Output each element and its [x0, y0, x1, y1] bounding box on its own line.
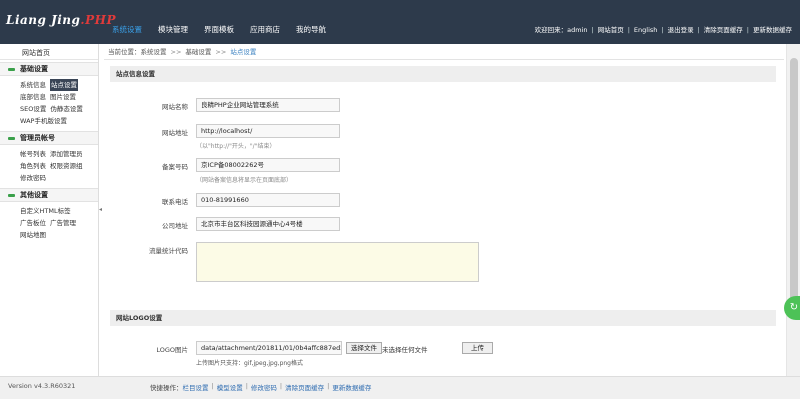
- scrollbar-thumb[interactable]: [790, 58, 798, 312]
- logout-link[interactable]: 退出登录: [668, 0, 694, 44]
- sidebar-item-image-settings[interactable]: 图片设置: [50, 91, 76, 103]
- sidebar-item-custom-html[interactable]: 自定义HTML标签: [20, 205, 71, 217]
- sidebar-item-permission-groups[interactable]: 权限资源组: [50, 160, 83, 172]
- sidebar-item-change-password[interactable]: 修改密码: [20, 172, 46, 184]
- sidebar-home-link[interactable]: 网站首页: [0, 46, 98, 60]
- nav-interface-templates[interactable]: 界面模板: [196, 0, 242, 44]
- quick-link-separator: |: [245, 382, 248, 390]
- quick-operations: 快捷操作： 栏目设置 | 模型设置 | 修改密码 | 清除页面缓存 | 更新数据…: [150, 382, 371, 392]
- sidebar-group-title[interactable]: 其他设置: [0, 188, 98, 202]
- nav-my-navigation[interactable]: 我的导航: [288, 0, 334, 44]
- stats-code-label: 流量统计代码: [149, 247, 188, 255]
- nav-app-store[interactable]: 应用商店: [242, 0, 288, 44]
- breadcrumb-divider: [104, 59, 784, 60]
- link-separator: |: [591, 26, 594, 34]
- quick-link-change-password[interactable]: 修改密码: [251, 382, 277, 392]
- breadcrumb-current: 站点设置: [230, 48, 257, 56]
- site-home-link[interactable]: 网站首页: [598, 0, 624, 44]
- collapse-minus-icon: [8, 67, 15, 71]
- sidebar-item-system-info[interactable]: 系统信息: [20, 79, 46, 91]
- sidebar-item-ad-slots[interactable]: 广告板位: [20, 217, 46, 229]
- site-name-label: 网站名称: [162, 103, 188, 111]
- group-title-text: 基础设置: [20, 65, 48, 73]
- link-separator: |: [746, 26, 749, 34]
- site-url-label: 网站地址: [162, 129, 188, 137]
- group-title-text: 其他设置: [20, 191, 48, 199]
- sidebar-item-ad-management[interactable]: 广告管理: [50, 217, 76, 229]
- clear-page-cache-link[interactable]: 清除页面缓存: [704, 0, 743, 44]
- english-link[interactable]: English: [634, 0, 657, 44]
- top-links: 欢迎回来：admin | 网站首页 | English | 退出登录 | 清除页…: [535, 0, 792, 44]
- top-header-bar: Liang Jing.PHP 系统设置 模块管理 界面模板 应用商店 我的导航 …: [0, 0, 800, 44]
- icp-input[interactable]: 京ICP备08002262号: [196, 158, 340, 172]
- group-title-text: 管理员帐号: [20, 134, 55, 142]
- section-title-site-info: 站点信息设置: [110, 66, 776, 82]
- sidebar-item-wap-settings[interactable]: WAP手机版设置: [20, 115, 67, 127]
- breadcrumb-prefix: 当前位置：: [108, 48, 141, 56]
- update-data-cache-link[interactable]: 更新数据缓存: [753, 0, 792, 44]
- sidebar-group-title[interactable]: 管理员帐号: [0, 131, 98, 145]
- sidebar-item-site-settings[interactable]: 站点设置: [50, 79, 78, 91]
- breadcrumb-arrow: >>: [170, 48, 182, 56]
- collapse-minus-icon: [8, 136, 15, 140]
- quick-link-clear-page-cache[interactable]: 清除页面缓存: [285, 382, 324, 392]
- quick-link-separator: |: [211, 382, 214, 390]
- breadcrumb: 当前位置：系统设置 >> 基础设置 >> 站点设置: [108, 46, 256, 56]
- quick-link-separator: |: [279, 382, 283, 390]
- icp-hint: （网站备案信息将显示在页面底部）: [196, 177, 293, 184]
- breadcrumb-system-settings[interactable]: 系统设置: [141, 48, 167, 56]
- site-url-input[interactable]: http://localhost/: [196, 124, 340, 138]
- sidebar-group-other: 其他设置 自定义HTML标签 广告板位 广告管理 网站地图: [0, 188, 98, 243]
- quick-ops-label: 快捷操作：: [150, 384, 183, 392]
- nav-system-settings[interactable]: 系统设置: [104, 0, 150, 44]
- site-name-input[interactable]: 良精PHP企业网站管理系统: [196, 98, 340, 112]
- link-separator: |: [627, 26, 630, 34]
- address-input[interactable]: 北京市丰台区科技园源通中心4号楼: [196, 217, 340, 231]
- main-scrollbar[interactable]: [786, 44, 800, 376]
- site-url-hint: （以"http://"开头，"/"结束）: [196, 143, 276, 150]
- welcome-text: 欢迎回来：admin: [534, 26, 588, 34]
- breadcrumb-basic-settings[interactable]: 基础设置: [185, 48, 211, 56]
- quick-link-separator: |: [327, 382, 330, 390]
- link-separator: |: [697, 26, 700, 34]
- quick-link-update-data-cache[interactable]: 更新数据缓存: [332, 382, 371, 392]
- app-logo[interactable]: Liang Jing.PHP: [6, 13, 116, 27]
- sidebar-item-sitemap[interactable]: 网站地图: [20, 229, 46, 241]
- logo-main-text: Liang Jing: [6, 13, 81, 27]
- upload-button[interactable]: 上传: [462, 342, 493, 354]
- sidebar-item-role-list[interactable]: 角色列表: [20, 160, 46, 172]
- phone-label: 联系电话: [162, 198, 188, 206]
- logo-image-label: LOGO图片: [156, 346, 188, 354]
- sidebar: 网站首页 基础设置 系统信息 站点设置 底部信息 图片设置 SEO设置 伪静态设…: [0, 44, 99, 376]
- sidebar-collapse-arrow-icon[interactable]: ◂: [99, 206, 102, 213]
- icp-label: 备案号码: [162, 163, 188, 171]
- footer-bar: [0, 376, 800, 399]
- sidebar-group-basic: 基础设置 系统信息 站点设置 底部信息 图片设置 SEO设置 伪静态设置 WAP…: [0, 62, 98, 129]
- main-nav: 系统设置 模块管理 界面模板 应用商店 我的导航: [104, 0, 334, 44]
- link-separator: |: [661, 26, 664, 34]
- sidebar-item-account-list[interactable]: 帐号列表: [20, 148, 46, 160]
- quick-link-column-settings[interactable]: 栏目设置: [183, 382, 209, 392]
- nav-module-management[interactable]: 模块管理: [150, 0, 196, 44]
- stats-code-textarea[interactable]: [196, 242, 479, 282]
- upload-format-hint: 上传图片只支持：gif,jpeg,jpg,png格式: [196, 360, 303, 367]
- version-text: Version v4.3.R60321: [8, 382, 76, 390]
- address-label: 公司地址: [162, 222, 188, 230]
- sidebar-item-footer-info[interactable]: 底部信息: [20, 91, 46, 103]
- quick-link-model-settings[interactable]: 模型设置: [217, 382, 243, 392]
- breadcrumb-arrow: >>: [215, 48, 227, 56]
- sidebar-item-add-admin[interactable]: 添加管理员: [50, 148, 83, 160]
- sidebar-group-admin: 管理员帐号 帐号列表 添加管理员 角色列表 权限资源组 修改密码: [0, 131, 98, 186]
- logo-path-input[interactable]: data/attachment/201811/01/0b4affc887ed2b…: [196, 341, 342, 355]
- sidebar-item-seo-settings[interactable]: SEO设置: [20, 103, 46, 115]
- choose-file-button[interactable]: 选择文件: [346, 342, 382, 354]
- phone-input[interactable]: 010-81991660: [196, 193, 340, 207]
- section-title-logo: 网站LOGO设置: [110, 310, 776, 326]
- collapse-minus-icon: [8, 193, 15, 197]
- sidebar-group-title[interactable]: 基础设置: [0, 62, 98, 76]
- sidebar-item-pseudo-static[interactable]: 伪静态设置: [50, 103, 83, 115]
- no-file-chosen-text: 未选择任何文件: [382, 346, 428, 354]
